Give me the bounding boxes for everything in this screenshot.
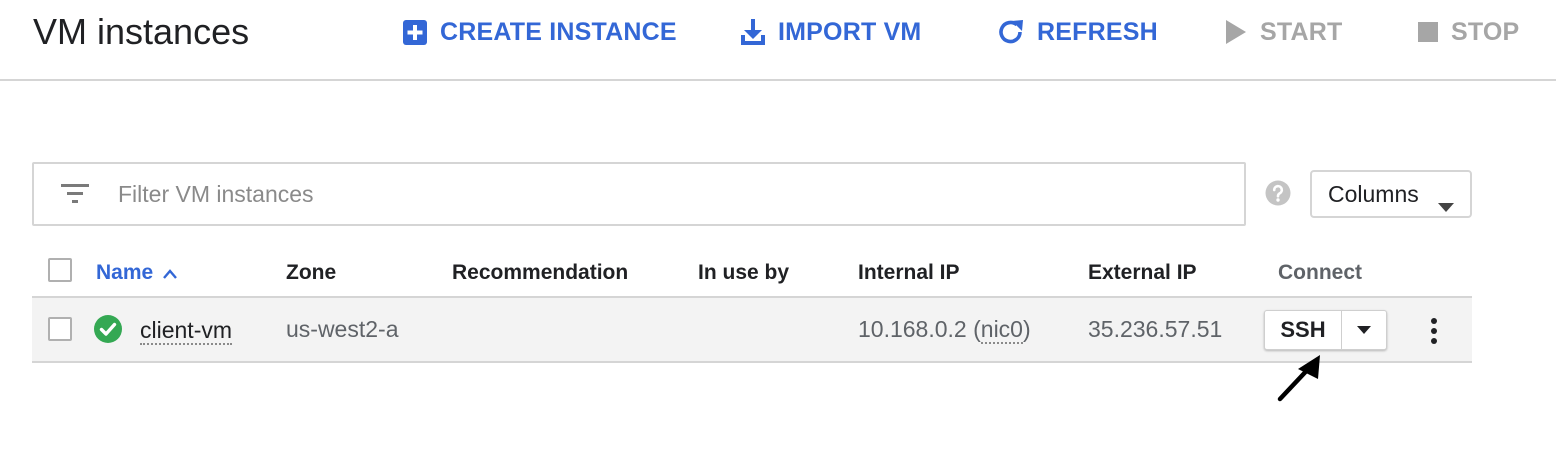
columns-button[interactable]: Columns xyxy=(1310,170,1472,218)
table-row: client-vm us-west2-a 10.168.0.2 (nic0) 3… xyxy=(32,298,1472,363)
ssh-connect-group: SSH xyxy=(1264,310,1387,350)
ssh-dropdown-button[interactable] xyxy=(1342,311,1386,349)
column-header-recommendation[interactable]: Recommendation xyxy=(452,261,628,285)
page-header: VM instances CREATE INSTANCE IMPORT VM R… xyxy=(0,0,1556,81)
filter-list-icon xyxy=(60,182,90,211)
create-instance-label: CREATE INSTANCE xyxy=(440,17,677,46)
columns-label: Columns xyxy=(1328,180,1419,207)
column-header-in-use-by[interactable]: In use by xyxy=(698,261,789,285)
start-label: START xyxy=(1260,17,1343,46)
column-header-internal-ip[interactable]: Internal IP xyxy=(858,261,960,285)
stop-button[interactable]: STOP xyxy=(1417,14,1519,50)
check-circle-icon xyxy=(94,315,122,348)
sort-ascending-icon xyxy=(163,261,178,285)
import-vm-button[interactable]: IMPORT VM xyxy=(740,14,921,50)
filter-bar[interactable] xyxy=(32,162,1246,226)
external-ip-cell: 35.236.57.51 xyxy=(1088,316,1223,342)
filter-input[interactable] xyxy=(118,174,1218,214)
stop-icon xyxy=(1417,21,1439,43)
refresh-icon xyxy=(997,18,1025,46)
nic-link[interactable]: nic0 xyxy=(980,316,1023,344)
stop-label: STOP xyxy=(1451,17,1520,46)
refresh-button[interactable]: REFRESH xyxy=(997,14,1158,50)
select-all-checkbox[interactable] xyxy=(48,258,72,282)
caret-down-icon xyxy=(1438,191,1454,218)
column-header-name[interactable]: Name xyxy=(96,261,178,285)
table-header: Name Zone Recommendation In use by Inter… xyxy=(32,245,1472,298)
annotation-arrow-icon xyxy=(1270,347,1330,412)
column-header-zone[interactable]: Zone xyxy=(286,261,336,285)
ssh-button[interactable]: SSH xyxy=(1265,311,1342,349)
internal-ip-address: 10.168.0.2 xyxy=(858,316,967,342)
instance-name-link[interactable]: client-vm xyxy=(140,318,233,345)
column-header-name-label: Name xyxy=(96,261,154,284)
more-vert-icon[interactable] xyxy=(1428,317,1440,350)
column-header-connect: Connect xyxy=(1278,261,1362,284)
download-icon xyxy=(740,18,766,46)
import-vm-label: IMPORT VM xyxy=(778,17,922,46)
help-icon[interactable] xyxy=(1265,180,1291,211)
start-button[interactable]: START xyxy=(1224,14,1342,50)
zone-cell: us-west2-a xyxy=(286,316,399,342)
row-checkbox[interactable] xyxy=(48,317,72,341)
vm-instances-page: VM instances CREATE INSTANCE IMPORT VM R… xyxy=(0,0,1556,460)
page-title: VM instances xyxy=(33,11,250,52)
refresh-label: REFRESH xyxy=(1037,17,1158,46)
create-instance-button[interactable]: CREATE INSTANCE xyxy=(402,14,677,50)
caret-down-icon xyxy=(1357,321,1371,339)
column-header-external-ip[interactable]: External IP xyxy=(1088,261,1197,285)
internal-ip-cell: 10.168.0.2 (nic0) xyxy=(858,316,1031,344)
add-box-icon xyxy=(402,18,428,46)
play-icon xyxy=(1224,19,1248,45)
